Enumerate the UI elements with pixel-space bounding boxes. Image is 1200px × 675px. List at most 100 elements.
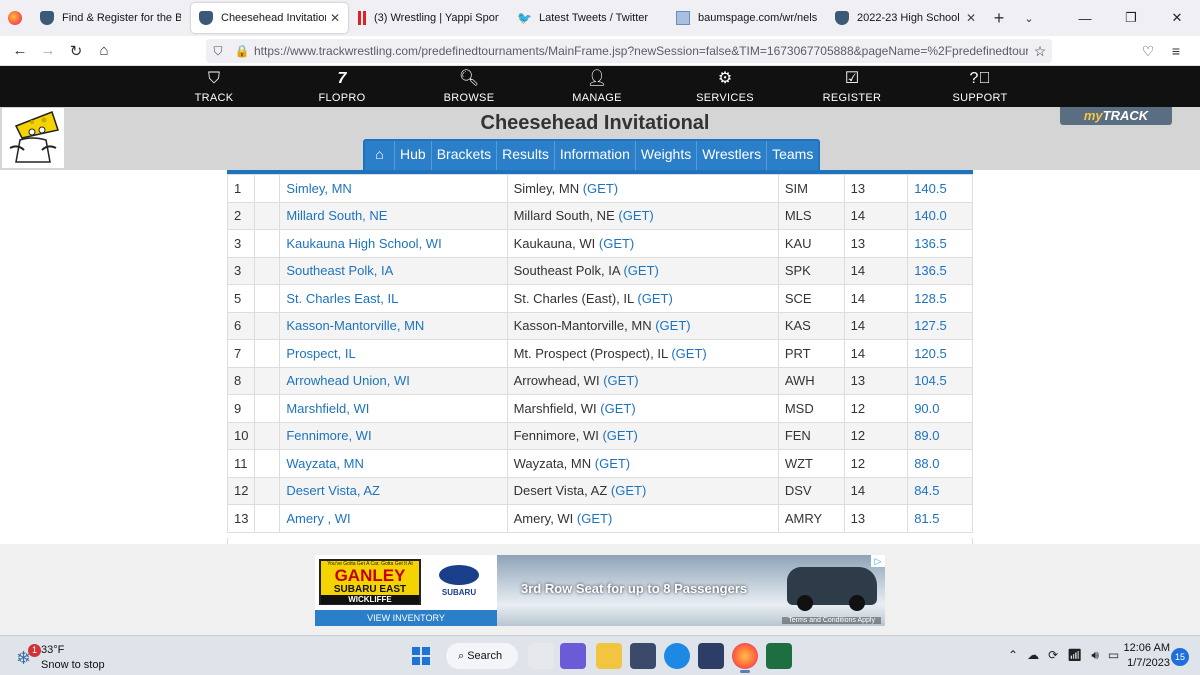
- get-link[interactable]: (GET): [603, 373, 638, 388]
- team-link[interactable]: St. Charles East, IL: [279, 284, 508, 313]
- adchoices-icon[interactable]: ▷: [871, 555, 885, 567]
- get-link[interactable]: (GET): [595, 456, 630, 471]
- get-link[interactable]: (GET): [623, 263, 658, 278]
- topnav-support[interactable]: ?⃝ SUPPORT: [920, 66, 1040, 107]
- points-link[interactable]: 140.5: [907, 174, 973, 203]
- notification-badge[interactable]: 15: [1171, 648, 1189, 666]
- points-link[interactable]: 120.5: [907, 339, 973, 368]
- get-link[interactable]: (GET): [577, 511, 612, 526]
- reload-icon[interactable]: ↻: [62, 42, 90, 60]
- tab-information[interactable]: Information: [554, 141, 636, 170]
- volume-icon[interactable]: 🔊︎: [1091, 648, 1099, 664]
- browser-tab[interactable]: (3) Wrestling | Yappi Sports: [350, 3, 507, 33]
- team-link[interactable]: Kaukauna High School, WI: [279, 229, 508, 258]
- points-link[interactable]: 81.5: [907, 504, 973, 533]
- topnav-register[interactable]: ☑ REGISTER: [792, 66, 912, 107]
- advertisement-banner[interactable]: You've Gotta Get A Car, Gotta Get It At …: [315, 555, 885, 626]
- points-link[interactable]: 84.5: [907, 476, 973, 505]
- close-window-icon[interactable]: ✕: [1154, 0, 1200, 36]
- excel-icon[interactable]: [766, 643, 792, 669]
- team-link[interactable]: Kasson-Mantorville, MN: [279, 311, 508, 340]
- tab-weights[interactable]: Weights: [635, 141, 698, 170]
- b-app-icon[interactable]: [698, 643, 724, 669]
- points-link[interactable]: 104.5: [907, 366, 973, 395]
- team-link[interactable]: Wayzata, MN: [279, 449, 508, 478]
- firefox-taskbar-icon[interactable]: [732, 643, 758, 673]
- points-link[interactable]: 127.5: [907, 311, 973, 340]
- team-link[interactable]: Amery , WI: [279, 504, 508, 533]
- tab-results[interactable]: Results: [497, 141, 555, 170]
- view-inventory-button[interactable]: VIEW INVENTORY: [315, 610, 497, 626]
- team-link[interactable]: Marshfield, WI: [279, 394, 508, 423]
- clock[interactable]: 12:06 AM 1/7/2023: [1118, 641, 1170, 671]
- browser-tab[interactable]: 2022-23 High School Boys ✕: [827, 3, 984, 33]
- get-link[interactable]: (GET): [671, 346, 706, 361]
- points-link[interactable]: 89.0: [907, 421, 973, 450]
- chevron-up-icon[interactable]: ⌃: [1008, 648, 1018, 664]
- team-link[interactable]: Desert Vista, AZ: [279, 476, 508, 505]
- edge-icon[interactable]: [664, 643, 690, 669]
- app-menu-icon[interactable]: ≡: [1162, 43, 1190, 59]
- forward-icon[interactable]: →: [34, 42, 62, 59]
- browser-tab-active[interactable]: Cheesehead Invitational ✕: [191, 3, 348, 33]
- browser-tab[interactable]: baumspage.com/wr/nelson: [668, 3, 825, 33]
- close-tab-icon[interactable]: ✕: [966, 11, 976, 25]
- team-link[interactable]: Southeast Polk, IA: [279, 256, 508, 285]
- file-explorer-icon[interactable]: [596, 643, 622, 669]
- tab-brackets[interactable]: Brackets: [431, 141, 498, 170]
- start-button[interactable]: [412, 647, 430, 665]
- url-text[interactable]: https://www.trackwrestling.com/predefine…: [254, 44, 1028, 58]
- home-icon[interactable]: ⌂: [90, 42, 118, 59]
- team-link[interactable]: Prospect, IL: [279, 339, 508, 368]
- lock-icon[interactable]: 🔒: [230, 44, 254, 58]
- points-link[interactable]: 136.5: [907, 256, 973, 285]
- points-link[interactable]: 140.0: [907, 201, 973, 230]
- list-all-tabs-icon[interactable]: ⌄: [1014, 12, 1044, 25]
- firefox-menu-button[interactable]: [0, 0, 30, 36]
- tab-teams[interactable]: Teams: [767, 141, 819, 170]
- tracking-shield-icon[interactable]: ⛉: [206, 44, 230, 59]
- points-link[interactable]: 136.5: [907, 229, 973, 258]
- weather-widget[interactable]: ❄ 1 33°F Snow to stop: [12, 642, 122, 672]
- topnav-browse[interactable]: 🔍︎ BROWSE: [409, 66, 529, 107]
- topnav-manage[interactable]: 👤︎ MANAGE: [537, 66, 657, 107]
- get-link[interactable]: (GET): [618, 208, 653, 223]
- home-icon[interactable]: ⌂: [365, 141, 395, 170]
- sync-icon[interactable]: ⟳: [1048, 648, 1058, 664]
- task-view-icon[interactable]: [528, 643, 554, 669]
- mytrack-button[interactable]: myTRACK: [1060, 107, 1172, 125]
- topnav-flopro[interactable]: 7 FLOPRO: [282, 66, 402, 107]
- points-link[interactable]: 128.5: [907, 284, 973, 313]
- minimize-icon[interactable]: —: [1062, 0, 1108, 36]
- address-bar[interactable]: ⛉ 🔒 https://www.trackwrestling.com/prede…: [206, 39, 1052, 63]
- team-link[interactable]: Fennimore, WI: [279, 421, 508, 450]
- topnav-services[interactable]: ⚙ SERVICES: [665, 66, 785, 107]
- points-link[interactable]: 90.0: [907, 394, 973, 423]
- store-icon[interactable]: [630, 643, 656, 669]
- restore-icon[interactable]: ❐: [1108, 0, 1154, 36]
- pocket-icon[interactable]: ♡: [1134, 43, 1162, 60]
- close-tab-icon[interactable]: ✕: [330, 11, 340, 25]
- browser-tab[interactable]: Find & Register for the Best: [32, 3, 189, 33]
- browser-tab[interactable]: 🐦 Latest Tweets / Twitter: [509, 3, 666, 33]
- tab-hub[interactable]: Hub: [395, 141, 432, 170]
- cloud-icon[interactable]: ☁: [1027, 648, 1039, 664]
- get-link[interactable]: (GET): [600, 401, 635, 416]
- get-link[interactable]: (GET): [611, 483, 646, 498]
- get-link[interactable]: (GET): [655, 318, 690, 333]
- topnav-track[interactable]: ⛉ TRACK: [154, 66, 274, 107]
- team-link[interactable]: Arrowhead Union, WI: [279, 366, 508, 395]
- taskbar-search[interactable]: ⌕ Search: [446, 643, 518, 669]
- get-link[interactable]: (GET): [583, 181, 618, 196]
- tab-wrestlers[interactable]: Wrestlers: [697, 141, 768, 170]
- team-link[interactable]: Millard South, NE: [279, 201, 508, 230]
- teams-chat-icon[interactable]: [560, 643, 586, 669]
- get-link[interactable]: (GET): [599, 236, 634, 251]
- bookmark-star-icon[interactable]: ☆: [1028, 43, 1052, 60]
- points-link[interactable]: 88.0: [907, 449, 973, 478]
- get-link[interactable]: (GET): [602, 428, 637, 443]
- new-tab-button[interactable]: +: [984, 8, 1014, 29]
- team-link[interactable]: Simley, MN: [279, 174, 508, 203]
- back-icon[interactable]: ←: [6, 42, 34, 59]
- get-link[interactable]: (GET): [637, 291, 672, 306]
